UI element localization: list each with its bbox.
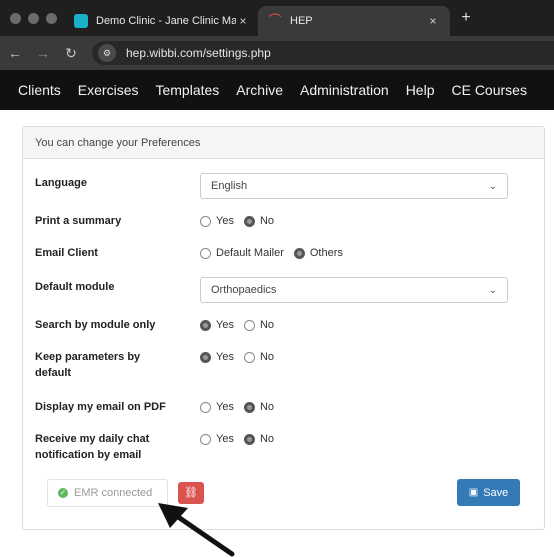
email-client-others[interactable]: Others	[293, 247, 343, 259]
panel-heading: You can change your Preferences	[23, 127, 544, 159]
radio-checked-icon[interactable]	[243, 401, 255, 413]
reload-icon[interactable]: ↻	[62, 44, 80, 62]
option-label: No	[259, 319, 275, 331]
radio-checked-icon[interactable]	[243, 433, 255, 445]
radio-checked-icon[interactable]	[243, 215, 255, 227]
language-row: Language English ⌄	[35, 173, 530, 201]
window-close-dot[interactable]	[10, 13, 21, 24]
forward-arrow-icon[interactable]: →	[34, 44, 52, 62]
floppy-disk-icon: ▣	[468, 487, 479, 498]
browser-tab-hep[interactable]: ⌒ HEP ×	[258, 6, 450, 36]
radio-checked-icon[interactable]	[200, 351, 211, 363]
daily-chat-notification-no[interactable]: No	[243, 433, 275, 445]
nav-help[interactable]: Help	[406, 82, 435, 98]
language-value: English	[211, 180, 248, 192]
email-client-label: Email Client	[35, 247, 98, 259]
new-tab-icon[interactable]: +	[456, 8, 476, 28]
print-summary-label: Print a summary	[35, 215, 122, 227]
search-by-module-row: Search by module only Yes No	[35, 317, 530, 335]
nav-ce-courses[interactable]: CE Courses	[451, 82, 526, 98]
address-bar: ← → ↻ ⚙ hep.wibbi.com/settings.php	[0, 36, 554, 70]
radio-checked-icon[interactable]	[200, 319, 211, 331]
option-label: No	[259, 401, 275, 413]
url-text: hep.wibbi.com/settings.php	[126, 46, 271, 60]
keep-parameters-no[interactable]: No	[243, 351, 275, 363]
option-label: Default Mailer	[216, 247, 284, 259]
email-client-row: Email Client Default Mailer Others	[35, 245, 530, 263]
option-label: Yes	[216, 319, 234, 331]
radio-unchecked-icon[interactable]	[200, 401, 211, 413]
display-email-pdf-yes[interactable]: Yes	[200, 401, 234, 413]
default-module-row: Default module Orthopaedics ⌄	[35, 277, 530, 305]
option-label: Yes	[216, 401, 234, 413]
nav-archive[interactable]: Archive	[236, 82, 283, 98]
display-email-pdf-row: Display my email on PDF Yes No	[35, 399, 530, 417]
print-summary-yes[interactable]: Yes	[200, 215, 234, 227]
nav-exercises[interactable]: Exercises	[78, 82, 139, 98]
daily-chat-notification-label: Receive my daily chat notification by em…	[35, 433, 150, 461]
daily-chat-notification-yes[interactable]: Yes	[200, 433, 234, 445]
display-email-pdf-no[interactable]: No	[243, 401, 275, 413]
radio-unchecked-icon[interactable]	[243, 319, 255, 331]
radio-unchecked-icon[interactable]	[243, 351, 255, 363]
print-summary-row: Print a summary Yes No	[35, 213, 530, 231]
annotation-arrow	[158, 503, 235, 557]
option-label: No	[259, 351, 275, 363]
radio-checked-icon[interactable]	[293, 247, 305, 259]
default-module-value: Orthopaedics	[211, 284, 277, 296]
default-module-label: Default module	[35, 281, 115, 293]
default-module-select[interactable]: Orthopaedics ⌄	[200, 277, 508, 303]
site-settings-icon[interactable]: ⚙	[98, 44, 116, 62]
window-minimize-dot[interactable]	[28, 13, 39, 24]
chevron-down-icon: ⌄	[488, 180, 497, 192]
url-field[interactable]: ⚙ hep.wibbi.com/settings.php	[92, 41, 554, 65]
hep-favicon-icon: ⌒	[268, 13, 282, 28]
option-label: Yes	[216, 215, 234, 227]
email-client-default-mailer[interactable]: Default Mailer	[200, 247, 284, 259]
window-maximize-dot[interactable]	[46, 13, 57, 24]
option-label: No	[259, 215, 275, 227]
option-label: Yes	[216, 351, 234, 363]
search-by-module-no[interactable]: No	[243, 319, 275, 331]
radio-unchecked-icon[interactable]	[200, 215, 211, 227]
nav-clients[interactable]: Clients	[18, 82, 61, 98]
clinic-favicon-icon	[74, 14, 88, 28]
save-button[interactable]: ▣ Save	[457, 479, 520, 506]
emr-status-label: EMR connected	[74, 487, 153, 499]
option-label: Yes	[216, 433, 234, 445]
daily-chat-notification-row: Receive my daily chat notification by em…	[35, 431, 530, 465]
language-select[interactable]: English ⌄	[200, 173, 508, 199]
main-nav: Clients Exercises Templates Archive Admi…	[0, 70, 554, 110]
keep-parameters-row: Keep parameters by default Yes No	[35, 349, 530, 383]
browser-tab-bar: Demo Clinic - Jane Clinic Mar × ⌒ HEP × …	[0, 0, 554, 36]
radio-unchecked-icon[interactable]	[200, 247, 211, 259]
check-circle-icon: ✓	[58, 488, 68, 498]
preferences-panel: You can change your Preferences Language…	[22, 126, 545, 530]
keep-parameters-yes[interactable]: Yes	[200, 351, 234, 363]
chevron-down-icon: ⌄	[488, 284, 497, 296]
tab-close-icon[interactable]: ×	[426, 14, 440, 28]
save-label: Save	[483, 486, 509, 499]
tab-close-icon[interactable]: ×	[236, 14, 250, 28]
nav-templates[interactable]: Templates	[155, 82, 219, 98]
print-summary-no[interactable]: No	[243, 215, 275, 227]
language-label: Language	[35, 177, 87, 189]
tab-title: HEP	[290, 15, 313, 27]
browser-tab-demo-clinic[interactable]: Demo Clinic - Jane Clinic Mar ×	[64, 6, 260, 36]
back-arrow-icon[interactable]: ←	[6, 44, 24, 62]
tab-title: Demo Clinic - Jane Clinic Mar	[96, 15, 236, 27]
radio-unchecked-icon[interactable]	[200, 433, 211, 445]
display-email-pdf-label: Display my email on PDF	[35, 401, 166, 413]
search-by-module-label: Search by module only	[35, 319, 156, 331]
nav-administration[interactable]: Administration	[300, 82, 389, 98]
keep-parameters-label: Keep parameters by default	[35, 351, 141, 379]
option-label: No	[259, 433, 275, 445]
option-label: Others	[309, 247, 343, 259]
search-by-module-yes[interactable]: Yes	[200, 319, 234, 331]
